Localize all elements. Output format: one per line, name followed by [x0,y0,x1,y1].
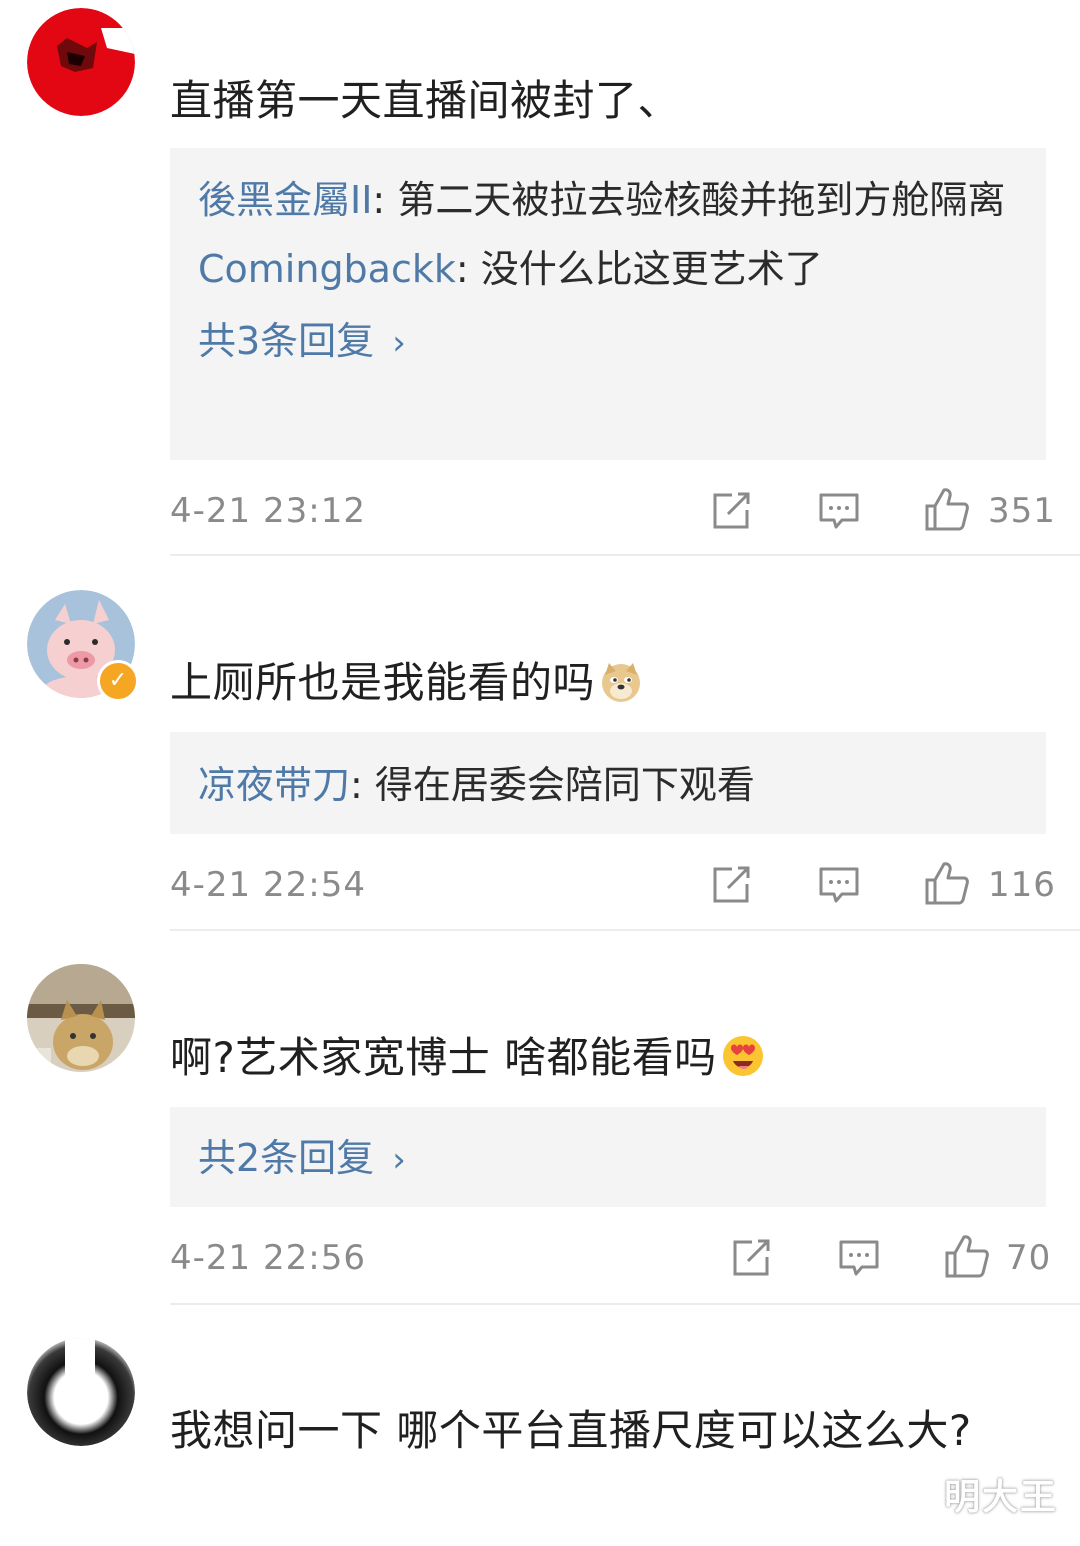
reply-box[interactable]: 共2条回复 › [170,1107,1046,1207]
reply-item[interactable]: Comingbackk: 没什么比这更艺术了 [170,238,1046,300]
comment-meta: 4-21 22:56 70 [170,1233,1050,1283]
reply-separator: : [350,763,375,807]
reply-separator: : [455,247,481,291]
share-icon[interactable] [710,490,752,532]
chevron-right-icon: › [392,1140,406,1180]
more-replies-label: 共2条回复 [198,1136,375,1180]
reply-box[interactable]: 後黑金屬II: 第二天被拉去验核酸并拖到方舱隔离 Comingbackk: 没什… [170,148,1046,460]
divider [170,554,1080,556]
comment-icon[interactable] [838,1237,880,1279]
avatar[interactable] [27,964,135,1072]
watermark: 明大王 [943,1477,1058,1518]
reply-item[interactable]: 後黑金屬II: 第二天被拉去验核酸并拖到方舱隔离 [170,170,1046,230]
heart-eyes-emoji [722,1036,763,1076]
reply-text: 第二天被拉去验核酸并拖到方舱隔离 [397,178,1006,222]
comment-icon[interactable] [818,490,860,532]
like-count: 70 [1006,1238,1052,1278]
more-replies-label: 共3条回复 [198,319,375,363]
thumbs-up-icon[interactable] [924,486,970,532]
timestamp: 4-21 23:12 [170,491,366,531]
avatar[interactable] [27,8,135,116]
comment-icon[interactable] [818,864,860,906]
divider [170,1303,1080,1305]
comment-text-row: 上厕所也是我能看的吗 [170,648,1030,718]
comment-text: 上厕所也是我能看的吗 [170,658,596,707]
timestamp: 4-21 22:56 [170,1238,366,1278]
doge-emoji [602,663,641,702]
verified-badge-icon: ✓ [97,660,139,702]
like-count: 116 [988,865,1056,905]
share-icon[interactable] [710,864,752,906]
like-count: 351 [988,491,1056,531]
reply-text: 得在居委会陪同下观看 [374,763,755,807]
avatar[interactable]: ✓ [27,590,139,702]
chevron-right-icon: › [392,323,406,363]
view-more-replies-link[interactable]: 共2条回复 › [170,1127,1046,1191]
comment-text-row: 啊?艺术家宽博士 啥都能看吗 [170,1023,1030,1093]
comment-text: 直播第一天直播间被封了、 [170,76,681,125]
comment-meta: 4-21 23:12 351 [170,486,1055,536]
avatar[interactable] [27,1338,135,1446]
reply-item[interactable]: 凉夜带刀: 得在居委会陪同下观看 [170,754,1046,816]
comment-meta: 4-21 22:54 116 [170,860,1055,910]
reply-separator: : [372,178,398,222]
view-more-replies-link[interactable]: 共3条回复 › [170,310,1046,374]
share-icon[interactable] [730,1237,772,1279]
reply-username[interactable]: 後黑金屬II [198,178,372,222]
thumbs-up-icon[interactable] [944,1233,990,1279]
reply-username[interactable]: 凉夜带刀 [198,763,350,807]
reply-username[interactable]: Comingbackk [198,247,456,291]
comment-text: 啊?艺术家宽博士 啥都能看吗 [170,1033,717,1082]
reply-box[interactable]: 凉夜带刀: 得在居委会陪同下观看 [170,732,1046,834]
timestamp: 4-21 22:54 [170,865,366,905]
thumbs-up-icon[interactable] [924,860,970,906]
divider [170,929,1080,931]
comment-text: 我想问一下 哪个平台直播尺度可以这么大? [170,1406,972,1455]
reply-text: 没什么比这更艺术了 [480,247,823,291]
